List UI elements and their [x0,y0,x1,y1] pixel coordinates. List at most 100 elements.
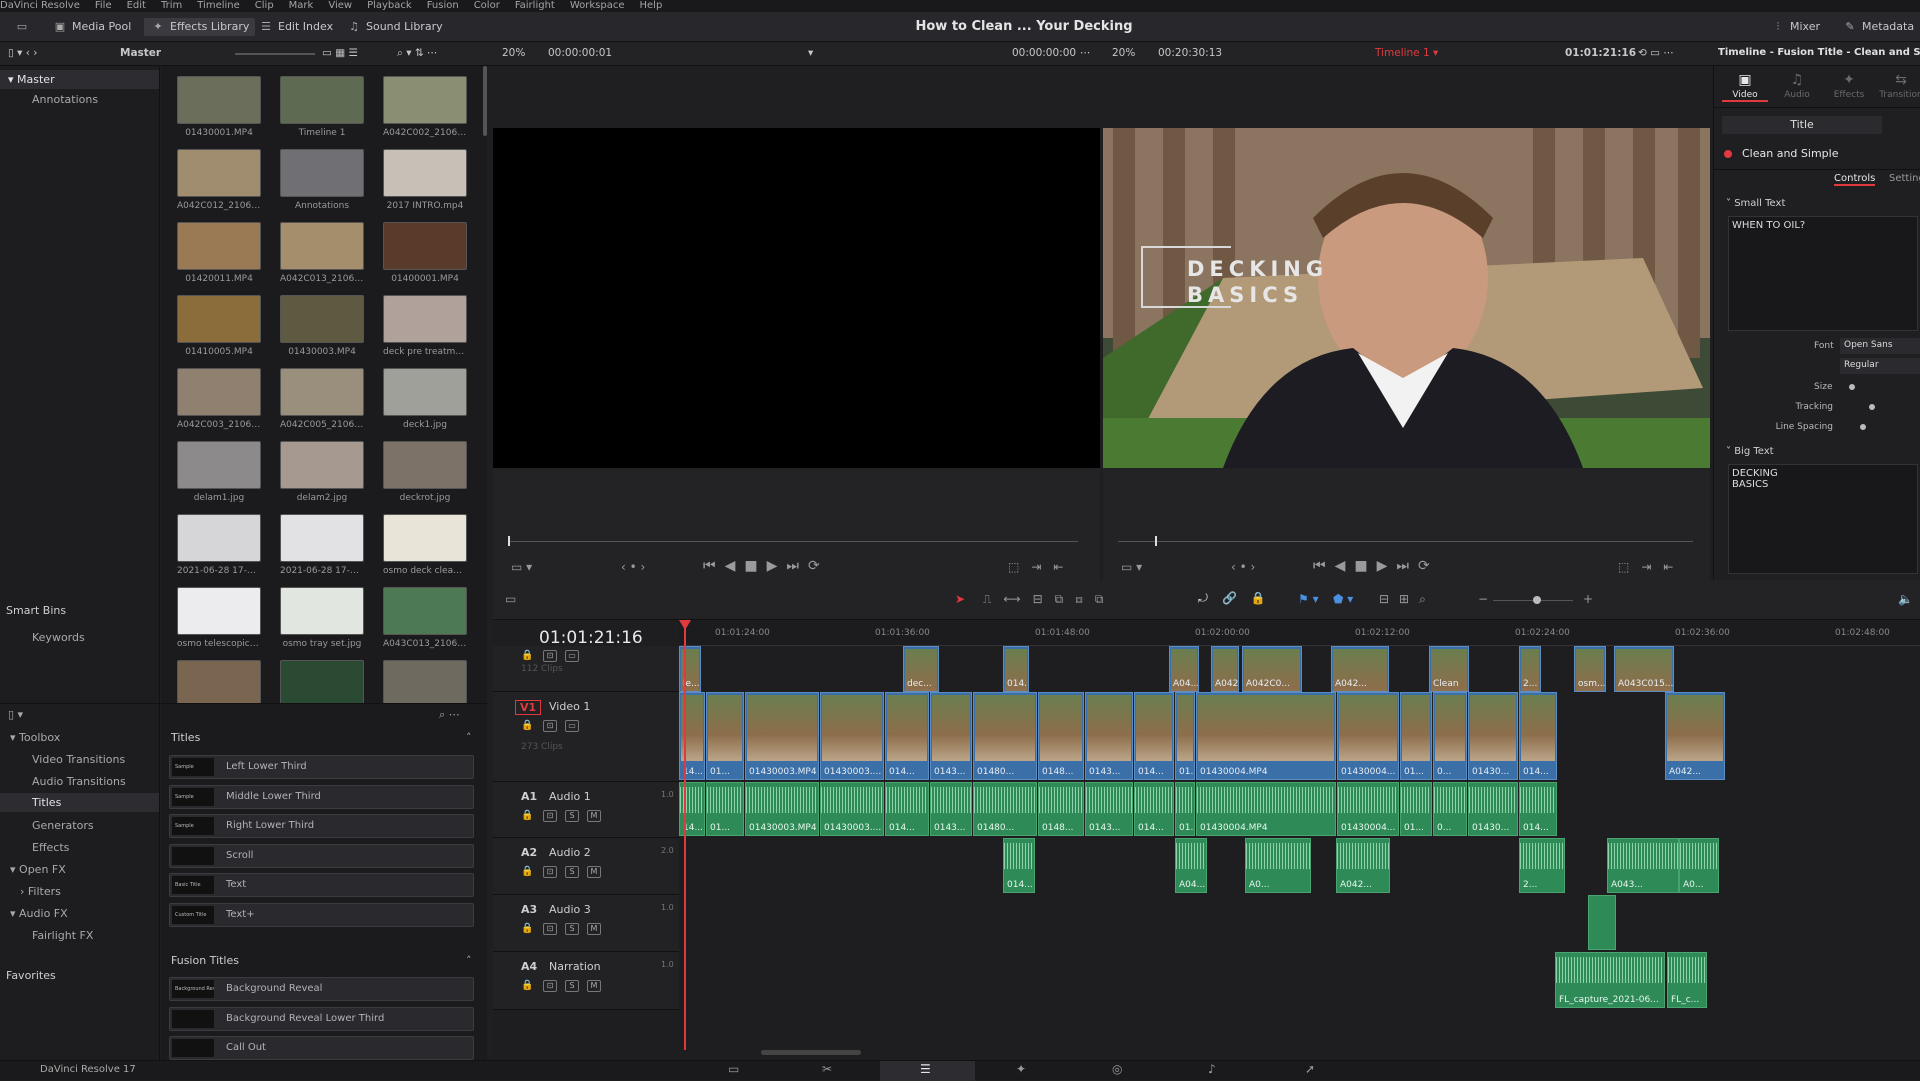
media-thumbnail[interactable]: 2021-06-28 17-00-... [177,514,261,576]
menu-item[interactable]: DaVinci Resolve [0,0,80,12]
effect-item[interactable]: Basic Title Text [169,873,474,897]
auto-select-button[interactable]: ⊡ [543,720,557,732]
auto-select-button[interactable]: ⊡ [543,923,557,935]
timeline-clip[interactable]: 014... [1519,692,1557,780]
lock-icon[interactable]: 🔒 [521,923,533,934]
bin-master[interactable]: ▾ Master [0,70,159,89]
big-text-input[interactable]: DECKING BASICS [1728,464,1918,574]
viewer-mode-icon[interactable]: ▭ ▾ [1121,560,1142,574]
toolbox-header[interactable]: ▾ Toolbox [10,731,60,744]
timeline-clip[interactable]: 01... [1400,782,1432,836]
media-thumbnail[interactable]: A043C013_210628... [383,587,467,649]
source-zoom[interactable]: 20% [502,47,525,59]
media-page-icon[interactable]: ▭ [728,1062,739,1076]
timeline-viewer[interactable]: DECKING BASICS [1103,128,1710,468]
view-mode-icons[interactable]: ▭ ▦ ☰ [322,47,358,59]
edit-tool-icons[interactable]: ⎍⟷⊟⧉⧈⧉ [983,592,1115,607]
timeline-clip[interactable]: 0143... [930,692,972,780]
small-text-header[interactable]: ˅ Small Text [1726,198,1785,209]
menu-item[interactable]: Help [640,0,663,12]
viewer-mode-icon[interactable]: ▭ ▾ [511,560,532,574]
lock-icon[interactable]: 🔒 [521,720,533,731]
snap-link-lock-icons[interactable]: ⤾🔗🔒 [1198,591,1280,606]
timeline-ruler[interactable]: 01:01:24:00 01:01:36:00 01:01:48:00 01:02:0… [679,620,1920,646]
video-disable-button[interactable]: ▭ [565,720,579,732]
timeline-clip[interactable]: 01480... [973,782,1037,836]
media-thumbnail[interactable] [177,660,261,703]
timeline-clip[interactable]: A0... [1679,838,1719,893]
toolbox-generators[interactable]: Generators [32,819,94,832]
media-thumbnail[interactable]: 2021-06-28 17-06-... [280,514,364,576]
timeline-clip[interactable]: FL_c... [1667,952,1707,1008]
timeline-clip[interactable]: A043C015... [1614,646,1674,692]
media-thumbnail[interactable]: osmo tray set.jpg [280,587,364,649]
effects-library-button[interactable]: ✦ Effects Library [144,18,256,36]
selection-tool-icon[interactable]: ➤ [955,592,965,606]
toolbox-video-transitions[interactable]: Video Transitions [32,753,125,766]
media-thumbnail[interactable]: deck pre treatme... [383,295,467,357]
timeline-clip[interactable]: 0143... [1085,782,1133,836]
lock-icon[interactable]: 🔒 [521,650,533,661]
auto-select-button[interactable]: ⊡ [543,650,557,662]
solo-button[interactable]: S [565,923,579,935]
auto-select-button[interactable]: ⊡ [543,980,557,992]
timeline-clip[interactable]: osm... [1574,646,1606,692]
title-overlay[interactable]: DECKING BASICS [1187,256,1328,308]
audio-volume-icon[interactable]: 🔈 [1898,592,1913,606]
timeline-clip[interactable]: 0... [1433,692,1467,780]
timeline-clip[interactable]: FL_capture_2021-06... [1555,952,1665,1008]
timeline-clip[interactable]: 01... [706,692,744,780]
timeline-clip[interactable]: 014... [1134,692,1174,780]
media-thumbnail[interactable]: osmo deck cleani... [383,514,467,576]
small-text-input[interactable]: WHEN TO OIL? [1728,216,1918,331]
zoom-slider-handle[interactable] [1533,596,1541,604]
timeline-clip[interactable]: Clean [1429,646,1469,692]
timeline-clip[interactable]: A042... [1665,692,1725,780]
inspector-tab-effects[interactable]: ✦ Effects [1826,70,1872,100]
timeline-clip[interactable]: A0... [1245,838,1311,893]
media-thumbnail[interactable]: 2017 INTRO.mp4 [383,149,467,211]
font-style-select[interactable]: Regular [1840,358,1920,374]
lock-icon[interactable]: 🔒 [521,866,533,877]
media-thumbnail[interactable] [280,660,364,703]
effect-item[interactable]: Scroll [169,843,474,868]
source-viewer[interactable] [493,128,1100,468]
media-thumbnail[interactable]: A042C013_210622... [280,222,364,284]
enable-toggle[interactable] [1724,150,1732,158]
marker-icon[interactable]: ⬟ ▾ [1333,592,1353,606]
timeline-clip[interactable] [1588,895,1616,950]
timeline-clip[interactable]: 14... [679,782,705,836]
menu-item[interactable]: Edit [127,0,146,12]
timeline-clip[interactable]: 014... [885,782,929,836]
fusion-page-icon[interactable]: ✦ [1016,1062,1026,1076]
bin-annotations[interactable]: Annotations [32,93,98,106]
chevron-down-icon[interactable]: ▾ [808,47,813,59]
lock-icon[interactable]: 🔒 [521,810,533,821]
media-thumbnail[interactable]: delam2.jpg [280,441,364,503]
playhead-marker[interactable] [679,620,691,630]
timeline-clip[interactable]: dec... [903,646,939,692]
media-thumbnail[interactable]: 01430001.MP4 [177,76,261,138]
edit-page-tab[interactable]: ☰ [880,1061,975,1081]
media-thumbnail[interactable]: A042C005_210622... [280,368,364,430]
effect-item[interactable]: Sample Right Lower Third [169,814,474,838]
toolbox-audio-transitions[interactable]: Audio Transitions [32,775,126,788]
timeline-clip[interactable]: 0148... [1038,692,1084,780]
timeline-clip[interactable]: A04... [1175,838,1207,893]
auto-select-button[interactable]: ⊡ [543,810,557,822]
media-thumbnail[interactable]: Timeline 1 [280,76,364,138]
media-thumbnail[interactable]: deck1.jpg [383,368,467,430]
menu-item[interactable]: View [328,0,352,12]
jog-control[interactable]: ‹ • › [1231,560,1255,574]
menu-item[interactable]: Workspace [570,0,625,12]
audio-fx-header[interactable]: ▾ Audio FX [10,907,68,920]
media-scrollbar[interactable] [483,66,487,136]
timeline-clip[interactable]: A042... [1211,646,1239,692]
timeline-clip[interactable]: 01430004... [1337,782,1399,836]
panel-toggle-icon[interactable]: ▯ ▾ [8,708,23,721]
timeline-scrollbar[interactable] [761,1050,861,1055]
media-thumbnail[interactable] [383,660,467,703]
timeline-scrubber[interactable] [1118,541,1693,542]
media-thumbnail[interactable]: A042C012_210622... [177,149,261,211]
big-text-header[interactable]: ˅ Big Text [1726,446,1774,457]
